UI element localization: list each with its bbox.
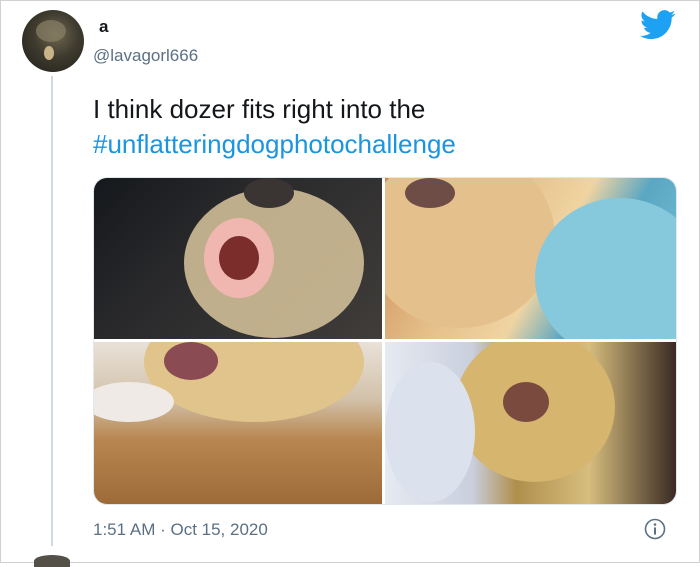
info-icon[interactable] — [644, 518, 666, 540]
photo-4[interactable] — [385, 342, 676, 504]
display-name[interactable]: a — [99, 17, 108, 37]
twitter-bird-icon[interactable] — [640, 10, 676, 40]
username[interactable]: @lavagorl666 — [93, 46, 198, 66]
photo-1[interactable] — [94, 178, 382, 339]
media-grid — [93, 177, 677, 505]
timestamp[interactable]: 1:51 AM · Oct 15, 2020 — [93, 520, 268, 540]
next-avatar[interactable] — [34, 555, 70, 567]
photo-3[interactable] — [94, 342, 382, 504]
tweet-text: I think dozer fits right into the #unfla… — [93, 92, 673, 162]
hashtag-link[interactable]: #unflatteringdogphotochallenge — [93, 127, 673, 162]
photo-2[interactable] — [385, 178, 676, 339]
tweet-text-line: I think dozer fits right into the — [93, 94, 426, 124]
avatar[interactable] — [22, 10, 84, 72]
thread-line — [51, 76, 53, 546]
